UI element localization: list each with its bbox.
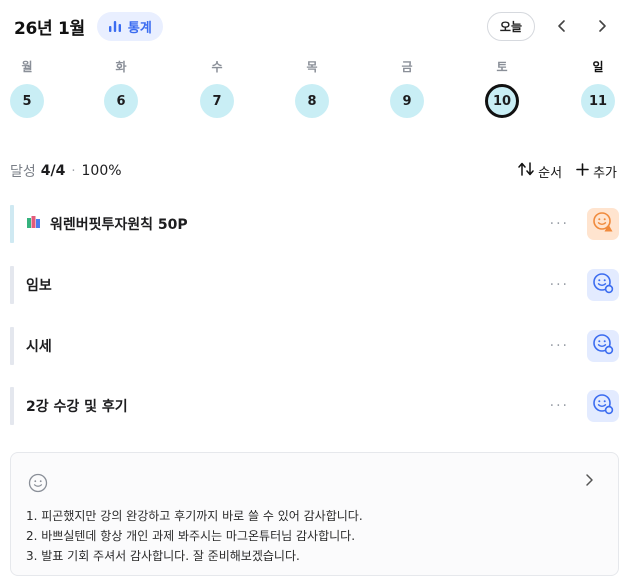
task-title: 임보 bbox=[26, 278, 52, 294]
bar-chart-icon bbox=[108, 19, 122, 33]
calendar-header: 26년 1월 통계 오늘 bbox=[14, 10, 615, 42]
achievement-summary: 달성 4/4 · 100% 순서 추가 bbox=[10, 160, 617, 182]
day-date[interactable]: 7 bbox=[200, 84, 234, 118]
stats-button[interactable]: 통계 bbox=[96, 11, 163, 41]
day-name: 월 bbox=[21, 60, 33, 74]
day-fri[interactable]: 금 9 bbox=[387, 56, 427, 118]
task-bar bbox=[10, 387, 14, 425]
gratitude-memo-card[interactable]: 1. 피곤했지만 강의 완강하고 후기까지 바로 쓸 수 있어 감사합니다. 2… bbox=[10, 452, 619, 576]
day-name: 화 bbox=[115, 60, 127, 74]
summary-percent: 100% bbox=[81, 163, 122, 179]
day-date[interactable]: 8 bbox=[295, 84, 329, 118]
books-icon bbox=[26, 215, 42, 233]
day-tue[interactable]: 화 6 bbox=[101, 56, 141, 118]
summary-label: 달성 bbox=[10, 164, 36, 180]
task-title-wrap: 시세 bbox=[26, 336, 52, 356]
chevron-left-icon[interactable] bbox=[549, 12, 575, 41]
day-date[interactable]: 9 bbox=[390, 84, 424, 118]
more-icon[interactable]: ··· bbox=[550, 338, 569, 354]
more-icon[interactable]: ··· bbox=[550, 216, 569, 232]
more-icon[interactable]: ··· bbox=[550, 277, 569, 293]
day-wed[interactable]: 수 7 bbox=[197, 56, 237, 118]
day-name: 토 bbox=[496, 60, 508, 74]
task-bar bbox=[10, 266, 14, 304]
task-title: 워렌버핏투자원칙 50P bbox=[50, 217, 188, 233]
add-label: 추가 bbox=[593, 165, 617, 181]
task-title: 2강 수강 및 후기 bbox=[26, 399, 128, 415]
task-title: 시세 bbox=[26, 339, 52, 355]
day-name: 일 bbox=[592, 60, 604, 74]
memo-text: 1. 피곤했지만 강의 완강하고 후기까지 바로 쓸 수 있어 감사합니다. 2… bbox=[26, 506, 363, 566]
smile-icon bbox=[592, 393, 614, 419]
task-item[interactable]: 임보 ··· bbox=[10, 266, 619, 304]
task-title-wrap: 임보 bbox=[26, 275, 52, 295]
task-item[interactable]: 워렌버핏투자원칙 50P ··· bbox=[10, 205, 619, 243]
day-name: 수 bbox=[211, 60, 223, 74]
day-name: 목 bbox=[306, 60, 318, 74]
summary-separator: · bbox=[71, 163, 76, 179]
day-sat[interactable]: 토 10 bbox=[482, 56, 522, 118]
week-row: 월 5 화 6 수 7 목 8 금 9 토 10 일 11 bbox=[0, 56, 629, 128]
sort-button[interactable]: 순서 bbox=[518, 162, 562, 181]
day-name: 금 bbox=[401, 60, 413, 74]
day-date[interactable]: 5 bbox=[10, 84, 44, 118]
add-button[interactable]: 추가 bbox=[576, 162, 617, 181]
day-thu[interactable]: 목 8 bbox=[292, 56, 332, 118]
task-bar bbox=[10, 205, 14, 243]
month-title: 26년 1월 bbox=[14, 18, 85, 39]
smile-icon bbox=[28, 473, 48, 497]
status-button[interactable] bbox=[587, 269, 619, 301]
chevron-right-icon[interactable] bbox=[584, 471, 594, 492]
summary-actions: 순서 추가 bbox=[518, 162, 617, 181]
task-item[interactable]: 시세 ··· bbox=[10, 327, 619, 365]
more-icon[interactable]: ··· bbox=[550, 398, 569, 414]
status-button[interactable] bbox=[587, 208, 619, 240]
status-button[interactable] bbox=[587, 390, 619, 422]
chevron-right-icon[interactable] bbox=[589, 12, 615, 41]
today-button[interactable]: 오늘 bbox=[486, 11, 535, 41]
day-date[interactable]: 6 bbox=[104, 84, 138, 118]
summary-count: 4/4 bbox=[40, 163, 66, 179]
day-date[interactable]: 11 bbox=[581, 84, 615, 118]
sort-icon bbox=[518, 162, 534, 180]
day-sun[interactable]: 일 11 bbox=[578, 56, 618, 118]
status-button[interactable] bbox=[587, 330, 619, 362]
smile-icon bbox=[592, 333, 614, 359]
day-date-selected[interactable]: 10 bbox=[485, 84, 519, 118]
smile-warning-icon bbox=[592, 211, 614, 237]
task-title-wrap: 워렌버핏투자원칙 50P bbox=[26, 214, 188, 234]
memo-line: 2. 바쁘실텐데 항상 개인 과제 봐주시는 마그온튜터님 감사합니다. bbox=[26, 529, 356, 543]
day-mon[interactable]: 월 5 bbox=[7, 56, 47, 118]
smile-icon bbox=[592, 272, 614, 298]
sort-label: 순서 bbox=[538, 165, 563, 181]
memo-line: 1. 피곤했지만 강의 완강하고 후기까지 바로 쓸 수 있어 감사합니다. bbox=[26, 509, 363, 523]
memo-line: 3. 발표 기회 주셔서 감사합니다. 잘 준비해보겠습니다. bbox=[26, 549, 300, 563]
task-bar bbox=[10, 327, 14, 365]
task-item[interactable]: 2강 수강 및 후기 ··· bbox=[10, 387, 619, 425]
stats-label: 통계 bbox=[127, 20, 152, 36]
plus-icon bbox=[576, 162, 589, 180]
task-title-wrap: 2강 수강 및 후기 bbox=[26, 396, 128, 416]
